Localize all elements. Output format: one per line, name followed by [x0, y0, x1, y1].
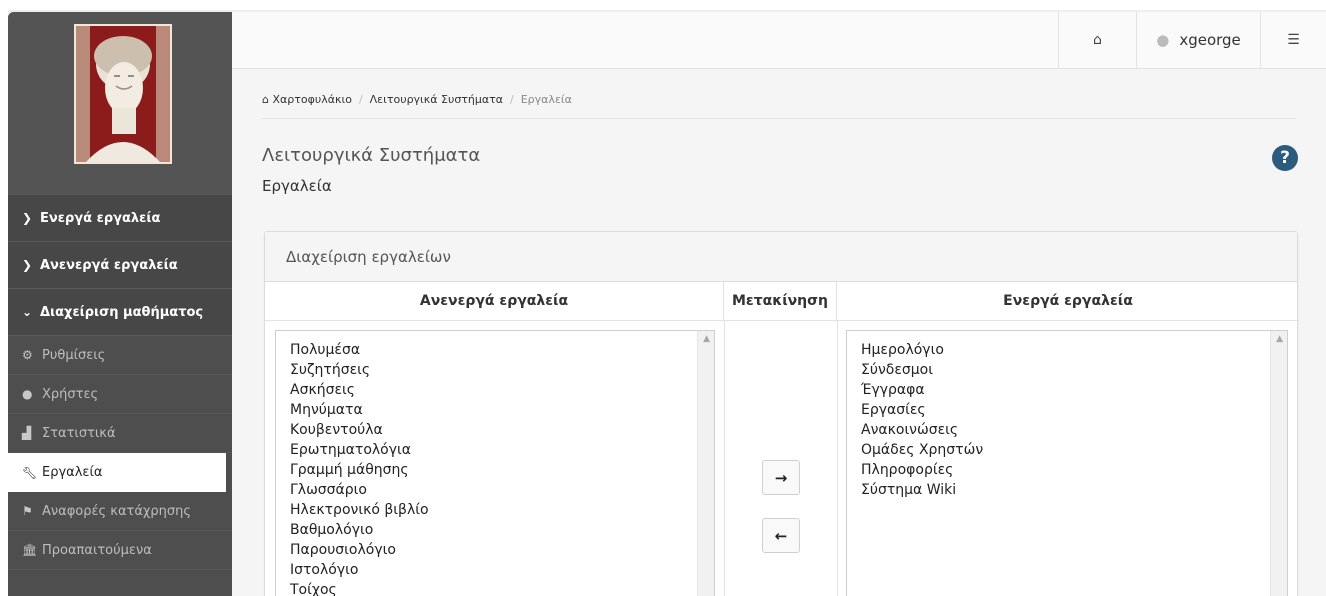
panel-heading: Διαχείριση εργαλείων — [265, 232, 1297, 282]
list-item[interactable]: Γλωσσάριο — [290, 480, 700, 500]
breadcrumb-course[interactable]: Λειτουργικά Συστήματα — [370, 93, 503, 106]
logo-head-image — [76, 26, 170, 162]
list-item[interactable]: Έγγραφα — [861, 380, 1273, 400]
sidebar-group-active-tools[interactable]: ❯ Ενεργά εργαλεία — [8, 195, 232, 242]
settings-button[interactable]: ☰ — [1260, 12, 1326, 68]
sidebar-item-label: Αναφορές κατάχρησης — [42, 503, 192, 519]
column-divider — [837, 321, 838, 596]
sidebar-item-abuse-reports[interactable]: ⚑ Αναφορές κατάχρησης — [8, 492, 232, 531]
list-item[interactable]: Πληροφορίες — [861, 460, 1273, 480]
list-item[interactable]: Ομάδες Χρηστών — [861, 440, 1273, 460]
column-header-inactive: Ανενεργά εργαλεία — [265, 282, 724, 321]
tools-panel: Διαχείριση εργαλείων Ανενεργά εργαλεία Μ… — [264, 231, 1299, 596]
list-item[interactable]: Εργασίες — [861, 400, 1273, 420]
breadcrumb-divider — [262, 118, 1296, 119]
list-item[interactable]: Σύστημα Wiki — [861, 480, 1273, 500]
list-item[interactable]: Ερωτηματολόγια — [290, 440, 700, 460]
list-item[interactable]: Ανακοινώσεις — [861, 420, 1273, 440]
main-content: ⌂ Χαρτοφυλάκιο / Λειτουργικά Συστήματα / Εργ… — [232, 69, 1326, 596]
sidebar-item-label: Ρυθμίσεις — [42, 347, 106, 363]
sidebar-group-label: Διαχείριση μαθήματος — [40, 304, 204, 320]
list-item[interactable]: Βαθμολόγιο — [290, 520, 700, 540]
page-title: Λειτουργικά Συστήματα — [262, 145, 481, 166]
column-divider — [724, 321, 725, 596]
sidebar-item-tools[interactable]: 🔧︎ Εργαλεία — [8, 453, 226, 492]
gears-icon: ⚙ — [22, 348, 33, 362]
list-item[interactable]: Γραμμή μάθησης — [290, 460, 700, 480]
sidebar-item-label: Χρήστες — [42, 386, 99, 402]
list-item[interactable]: Σύνδεσμοι — [861, 360, 1273, 380]
home-icon: ⌂ — [262, 93, 269, 106]
university-logo[interactable] — [74, 24, 172, 164]
breadcrumb-home[interactable]: Χαρτοφυλάκιο — [272, 93, 351, 106]
column-header-move: Μετακίνηση — [724, 282, 837, 321]
wrench-icon: 🔧︎ — [22, 465, 38, 480]
top-header: ⌂ ● xgeorge ☰ — [232, 12, 1326, 69]
list-item[interactable]: Συζητήσεις — [290, 360, 700, 380]
breadcrumb: ⌂ Χαρτοφυλάκιο / Λειτουργικά Συστήματα / Εργ… — [262, 93, 572, 106]
arrow-left-icon: ← — [774, 526, 788, 545]
left-edge — [0, 10, 8, 596]
move-to-active-button[interactable]: → — [762, 460, 800, 495]
move-to-inactive-button[interactable]: ← — [762, 518, 800, 553]
username: xgeorge — [1179, 31, 1241, 49]
user-icon: ● — [1156, 31, 1170, 49]
sidebar-group-inactive-tools[interactable]: ❯ Ανενεργά εργαλεία — [8, 242, 232, 289]
logo-area — [8, 12, 232, 195]
home-icon: ⌂ — [1093, 32, 1102, 48]
list-item[interactable]: Παρουσιολόγιο — [290, 540, 700, 560]
list-item[interactable]: Τοίχος — [290, 580, 700, 596]
list-item[interactable]: Κουβεντούλα — [290, 420, 700, 440]
home-button[interactable]: ⌂ — [1058, 12, 1136, 68]
column-header-active: Ενεργά εργαλεία — [837, 282, 1299, 321]
flag-icon: ⚑ — [22, 504, 33, 518]
chevron-right-icon: ❯ — [22, 211, 33, 225]
list-item[interactable]: Ηλεκτρονικό βιβλίο — [290, 500, 700, 520]
help-icon[interactable]: ? — [1272, 145, 1298, 171]
institution-icon: 🏛︎ — [22, 543, 38, 557]
page-subtitle: Εργαλεία — [262, 177, 332, 195]
sidebar-item-prerequisites[interactable]: 🏛︎ Προαπαιτούμενα — [8, 531, 232, 570]
arrow-right-icon: → — [774, 468, 788, 487]
scroll-up-icon[interactable]: ▲ — [703, 334, 710, 344]
scroll-up-icon[interactable]: ▲ — [1276, 334, 1283, 344]
sidebar-group-course-admin[interactable]: ⌄ Διαχείριση μαθήματος — [8, 289, 232, 336]
sidebar-item-users[interactable]: ● Χρήστες — [8, 375, 232, 414]
list-item[interactable]: Μηνύματα — [290, 400, 700, 420]
chevron-right-icon: ❯ — [22, 258, 33, 272]
active-tools-listbox[interactable]: Ημερολόγιο Σύνδεσμοι Έγγραφα Εργασίες Ανακοι… — [846, 330, 1288, 596]
list-item[interactable]: Πολυμέσα — [290, 340, 700, 360]
list-item[interactable]: Ιστολόγιο — [290, 560, 700, 580]
sidebar-group-label: Ενεργά εργαλεία — [40, 210, 161, 226]
scrollbar[interactable]: ▲ — [1270, 331, 1287, 596]
list-item[interactable]: Ημερολόγιο — [861, 340, 1273, 360]
breadcrumb-separator: / — [358, 93, 363, 106]
sidebar-item-label: Εργαλεία — [42, 465, 103, 480]
sidebar: ❯ Ενεργά εργαλεία ❯ Ανενεργά εργαλεία ⌄ … — [8, 12, 232, 596]
sliders-icon: ☰ — [1287, 32, 1300, 48]
area-chart-icon: ▟ — [22, 426, 32, 440]
sidebar-item-statistics[interactable]: ▟ Στατιστικά — [8, 414, 232, 453]
scrollbar[interactable]: ▲ — [697, 331, 714, 596]
user-menu[interactable]: ● xgeorge — [1136, 12, 1260, 68]
sidebar-group-label: Ανενεργά εργαλεία — [40, 257, 178, 273]
sidebar-item-settings[interactable]: ⚙ Ρυθμίσεις — [8, 336, 232, 375]
top-edge — [0, 0, 1326, 10]
breadcrumb-current: Εργαλεία — [520, 93, 572, 106]
list-item[interactable]: Ασκήσεις — [290, 380, 700, 400]
breadcrumb-separator: / — [510, 93, 514, 106]
chevron-down-icon: ⌄ — [22, 305, 33, 319]
sidebar-item-label: Προαπαιτούμενα — [42, 542, 152, 558]
sidebar-item-label: Στατιστικά — [42, 425, 116, 441]
inactive-tools-listbox[interactable]: Πολυμέσα Συζητήσεις Ασκήσεις Μηνύματα Κουβεν… — [275, 330, 715, 596]
user-icon: ● — [22, 387, 33, 401]
